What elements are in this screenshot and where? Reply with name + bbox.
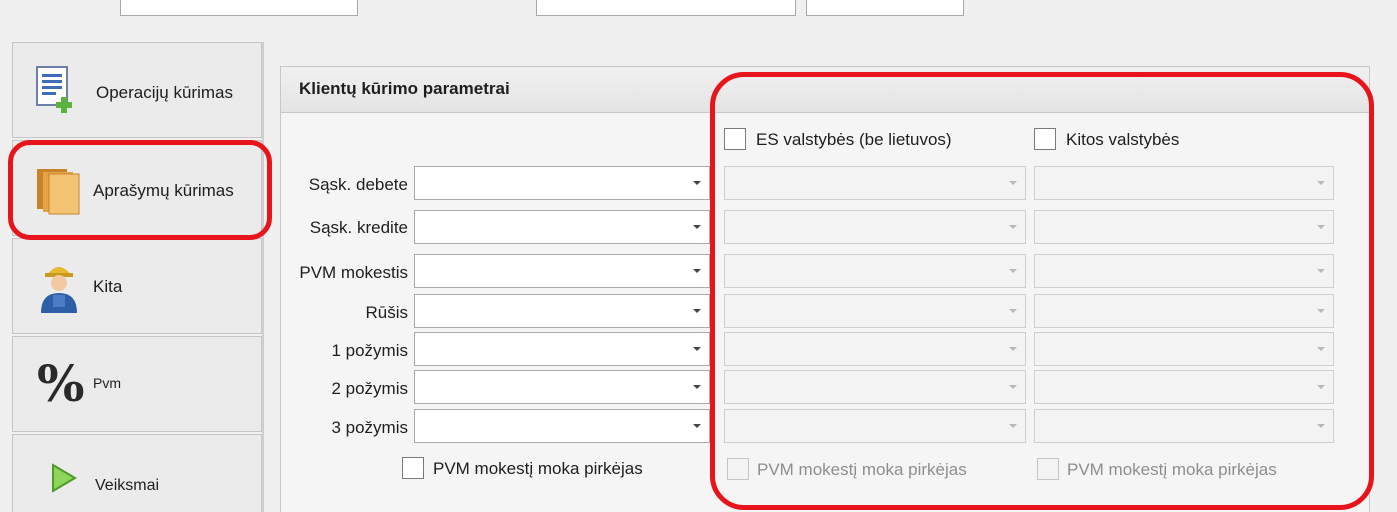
row-label-attr3: 3 požymis: [331, 418, 408, 437]
chevron-down-icon: [1317, 424, 1325, 428]
other-debit-combo[interactable]: [1034, 166, 1334, 200]
nav-item-label: Aprašymų kūrimas: [93, 181, 234, 200]
other-buyer-pays-vat-checkbox[interactable]: [1037, 458, 1059, 480]
chevron-down-icon: [693, 347, 701, 351]
chevron-down-icon: [693, 269, 701, 273]
chevron-down-icon: [1009, 225, 1017, 229]
nav-item-pvm[interactable]: % Pvm: [12, 336, 262, 432]
nav-item-label: Kita: [93, 277, 123, 296]
other-states-checkbox[interactable]: [1034, 128, 1056, 150]
chevron-down-icon: [693, 309, 701, 313]
row-label-debit: Sąsk. debete: [308, 175, 408, 194]
chevron-down-icon: [1317, 181, 1325, 185]
nav-item-label: Veiksmai: [95, 477, 160, 494]
other-attr3-combo[interactable]: [1034, 409, 1334, 443]
row-label-attr2: 2 požymis: [331, 379, 408, 398]
chevron-down-icon: [693, 424, 701, 428]
nav-item-label: Operacijų kūrimas: [96, 83, 233, 102]
attr3-combo[interactable]: [414, 409, 710, 443]
document-add-icon: [35, 65, 77, 118]
other-credit-combo[interactable]: [1034, 210, 1334, 244]
top-input-1[interactable]: [120, 0, 358, 16]
folders-icon: [35, 167, 81, 220]
worker-icon: [37, 257, 81, 318]
es-buyer-pays-vat-label: PVM mokestį moka pirkėjas: [757, 460, 967, 479]
nav-item-kita[interactable]: Kita: [12, 238, 262, 334]
other-attr1-combo[interactable]: [1034, 332, 1334, 366]
chevron-down-icon: [1317, 309, 1325, 313]
buyer-pays-vat-label: PVM mokestį moka pirkėjas: [433, 459, 643, 478]
es-states-label: ES valstybės (be lietuvos): [756, 130, 952, 149]
chevron-down-icon: [1317, 385, 1325, 389]
other-type-combo[interactable]: [1034, 294, 1334, 328]
percent-icon: %: [37, 354, 89, 413]
attr2-combo[interactable]: [414, 370, 710, 404]
play-icon: [51, 463, 77, 498]
chevron-down-icon: [1317, 225, 1325, 229]
chevron-down-icon: [1009, 269, 1017, 273]
es-attr1-combo[interactable]: [724, 332, 1026, 366]
chevron-down-icon: [1317, 347, 1325, 351]
row-label-attr1: 1 požymis: [331, 341, 408, 360]
panel-header: Klientų kūrimo parametrai: [281, 67, 1369, 113]
chevron-down-icon: [693, 225, 701, 229]
nav-item-operaciju-kurimas[interactable]: Operacijų kūrimas: [12, 42, 262, 138]
chevron-down-icon: [1009, 347, 1017, 351]
nav-item-label: Pvm: [93, 375, 121, 391]
credit-combo[interactable]: [414, 210, 710, 244]
chevron-down-icon: [1009, 385, 1017, 389]
type-combo[interactable]: [414, 294, 710, 328]
other-states-label: Kitos valstybės: [1066, 130, 1180, 149]
buyer-pays-vat-checkbox[interactable]: [402, 457, 424, 479]
attr1-combo[interactable]: [414, 332, 710, 366]
left-nav: Operacijų kūrimas Aprašymų kūrimas Kita: [12, 42, 262, 512]
es-credit-combo[interactable]: [724, 210, 1026, 244]
top-input-2[interactable]: [536, 0, 796, 16]
es-states-checkbox[interactable]: [724, 128, 746, 150]
es-attr3-combo[interactable]: [724, 409, 1026, 443]
other-attr2-combo[interactable]: [1034, 370, 1334, 404]
chevron-down-icon: [1009, 181, 1017, 185]
top-input-3[interactable]: [806, 0, 964, 16]
row-label-vat: PVM mokestis: [299, 263, 408, 282]
chevron-down-icon: [693, 181, 701, 185]
es-type-combo[interactable]: [724, 294, 1026, 328]
es-debit-combo[interactable]: [724, 166, 1026, 200]
debit-combo[interactable]: [414, 166, 710, 200]
row-label-credit: Sąsk. kredite: [309, 218, 408, 237]
es-attr2-combo[interactable]: [724, 370, 1026, 404]
other-vat-combo[interactable]: [1034, 254, 1334, 288]
other-buyer-pays-vat-label: PVM mokestį moka pirkėjas: [1067, 460, 1277, 479]
es-buyer-pays-vat-checkbox[interactable]: [727, 458, 749, 480]
nav-item-veiksmai[interactable]: Veiksmai: [12, 434, 262, 512]
chevron-down-icon: [1009, 424, 1017, 428]
row-label-type: Rūšis: [365, 303, 408, 322]
divider: [262, 42, 264, 512]
es-vat-combo[interactable]: [724, 254, 1026, 288]
chevron-down-icon: [1009, 309, 1017, 313]
chevron-down-icon: [693, 385, 701, 389]
panel-title: Klientų kūrimo parametrai: [299, 79, 510, 98]
chevron-down-icon: [1317, 269, 1325, 273]
nav-item-aprasymu-kurimas[interactable]: Aprašymų kūrimas: [12, 140, 262, 236]
svg-text:%: %: [37, 359, 85, 407]
vat-combo[interactable]: [414, 254, 710, 288]
